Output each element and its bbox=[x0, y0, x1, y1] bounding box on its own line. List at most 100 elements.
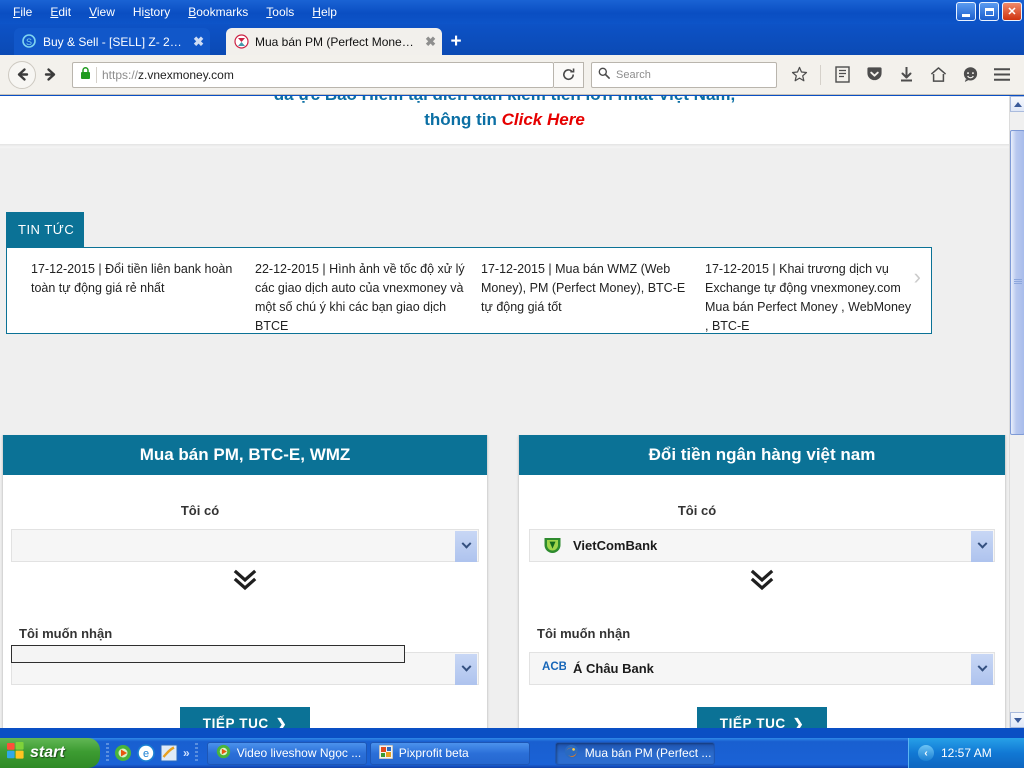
close-icon[interactable]: ✕ bbox=[1002, 2, 1022, 21]
browser-tab-buy-sell[interactable]: S Buy & Sell - [SELL] Z- 22.4,PM... ✖ bbox=[14, 28, 210, 55]
tray-expand-icon[interactable]: ‹ bbox=[918, 745, 934, 761]
window-controls: ✕ bbox=[956, 2, 1022, 21]
vietcombank-logo bbox=[542, 536, 564, 556]
reload-icon[interactable] bbox=[554, 61, 584, 88]
svg-text:e: e bbox=[143, 748, 149, 760]
quicklaunch-grip[interactable] bbox=[106, 743, 109, 763]
want-select-value: Á Châu Bank bbox=[573, 661, 654, 676]
tab-close-icon[interactable]: ✖ bbox=[193, 34, 204, 50]
scrollbar-thumb[interactable] bbox=[1010, 130, 1024, 435]
pixprofit-icon bbox=[378, 744, 394, 762]
scrollbar-grip bbox=[1014, 279, 1022, 285]
downloads-icon[interactable] bbox=[892, 61, 920, 89]
panel-body: Tôi có VietComBank Tôi muốn nhận ACB Á C… bbox=[519, 503, 1005, 728]
have-select[interactable]: VietComBank bbox=[529, 529, 995, 562]
have-label: Tôi có bbox=[677, 503, 717, 518]
promo-banner: đã ực Bảo Hiểm tại diễn đàn kiếm tiền lớ… bbox=[0, 96, 1009, 144]
taskbar-button-label: Mua bán PM (Perfect ... bbox=[584, 746, 712, 760]
tasklist-grip[interactable] bbox=[194, 743, 198, 763]
news-box: 17-12-2015 | Đổi tiền liên bank hoàn toà… bbox=[6, 247, 932, 334]
window-titlebar: FFileile Edit View History Bookmarks Too… bbox=[0, 0, 1024, 24]
taskbar-button-label: Pixprofit beta bbox=[398, 746, 469, 760]
tab-label: Mua bán PM (Perfect Money), ... bbox=[255, 34, 420, 49]
clock[interactable]: 12:57 AM bbox=[941, 746, 992, 760]
have-select-dropdown-list[interactable] bbox=[11, 645, 405, 663]
star-icon[interactable] bbox=[785, 61, 813, 89]
news-item[interactable]: 22-12-2015 | Hình ảnh về tốc độ xử lý cá… bbox=[255, 260, 477, 333]
notepad-icon[interactable] bbox=[160, 744, 178, 762]
sell-site-icon: S bbox=[22, 34, 37, 49]
tab-label: Buy & Sell - [SELL] Z- 22.4,PM... bbox=[43, 34, 188, 49]
pocket-icon[interactable] bbox=[860, 61, 888, 89]
continue-button[interactable]: TIẾP TỤC ❯ bbox=[180, 707, 310, 728]
tab-close-icon[interactable]: ✖ bbox=[425, 34, 436, 50]
start-label: start bbox=[30, 744, 65, 761]
start-button[interactable]: start bbox=[0, 738, 100, 768]
chevron-down-icon[interactable] bbox=[455, 654, 477, 685]
want-label: Tôi muốn nhận bbox=[19, 626, 113, 641]
menu-item-tools[interactable]: Tools bbox=[257, 2, 303, 22]
back-icon[interactable] bbox=[8, 60, 36, 89]
media-icon[interactable] bbox=[114, 744, 132, 762]
menu-icon[interactable] bbox=[988, 61, 1016, 89]
news-item[interactable]: 17-12-2015 | Đổi tiền liên bank hoàn toà… bbox=[31, 260, 249, 333]
continue-label: TIẾP TỤC bbox=[719, 716, 786, 728]
continue-button[interactable]: TIẾP TỤC ❯ bbox=[697, 707, 827, 728]
menu-item-file[interactable]: FFileile bbox=[4, 2, 41, 22]
want-select[interactable]: ACB Á Châu Bank bbox=[529, 652, 995, 685]
menu-item-bookmarks[interactable]: Bookmarks bbox=[179, 2, 257, 22]
navigation-toolbar: https://z.vnexmoney.com Search bbox=[0, 55, 1024, 95]
double-chevron-down-icon bbox=[3, 568, 487, 598]
scroll-down-icon[interactable] bbox=[1010, 712, 1024, 728]
svg-text:S: S bbox=[26, 37, 32, 47]
scroll-up-icon[interactable] bbox=[1010, 96, 1024, 112]
panel-title: Mua bán PM, BTC-E, WMZ bbox=[3, 435, 487, 475]
chevron-down-icon[interactable] bbox=[455, 531, 477, 562]
panel-body: Tôi có Tôi muốn nhận TIẾP TỤC ❯ bbox=[3, 503, 487, 728]
taskbar-button-pixprofit[interactable]: Pixprofit beta bbox=[369, 741, 530, 765]
chevron-down-icon[interactable] bbox=[971, 654, 993, 685]
page-viewport: đã ực Bảo Hiểm tại diễn đàn kiếm tiền lớ… bbox=[0, 96, 1009, 728]
quicklaunch-more-icon[interactable]: » bbox=[183, 746, 190, 760]
acb-logo: ACB bbox=[542, 659, 567, 679]
url-text: https://z.vnexmoney.com bbox=[102, 68, 551, 82]
new-tab-button[interactable]: + bbox=[445, 32, 467, 53]
continue-label: TIẾP TỤC bbox=[202, 716, 269, 728]
maximize-icon[interactable] bbox=[979, 2, 999, 21]
have-select[interactable] bbox=[11, 529, 479, 562]
address-bar[interactable]: https://z.vnexmoney.com bbox=[72, 61, 554, 88]
menu-item-help[interactable]: Help bbox=[303, 2, 346, 22]
forward-icon[interactable] bbox=[36, 61, 64, 89]
news-item[interactable]: 17-12-2015 | Mua bán WMZ (Web Money), PM… bbox=[481, 260, 693, 333]
chat-icon[interactable] bbox=[956, 61, 984, 89]
taskbar-button-video[interactable]: Video liveshow Ngọc ... bbox=[206, 741, 367, 765]
home-icon[interactable] bbox=[924, 61, 952, 89]
minimize-icon[interactable] bbox=[956, 2, 976, 21]
url-separator bbox=[96, 66, 97, 83]
search-input[interactable]: Search bbox=[591, 61, 777, 88]
browser-tab-vnexmoney[interactable]: Mua bán PM (Perfect Money), ... ✖ bbox=[226, 28, 442, 55]
news-next-icon[interactable]: › bbox=[914, 264, 921, 290]
system-tray: ‹ 12:57 AM bbox=[908, 738, 1024, 768]
url-host: z.vnexmoney.com bbox=[138, 67, 234, 82]
toolbar-icons bbox=[785, 61, 1016, 89]
media-icon bbox=[216, 744, 231, 762]
chevron-down-icon[interactable] bbox=[971, 531, 993, 562]
banner-line-1: đã ực Bảo Hiểm tại diễn đàn kiếm tiền lớ… bbox=[0, 96, 1009, 105]
exchange-panel-crypto: Mua bán PM, BTC-E, WMZ Tôi có Tôi muốn n… bbox=[2, 435, 488, 728]
vertical-scrollbar[interactable] bbox=[1009, 96, 1024, 728]
news-item[interactable]: 17-12-2015 | Khai trương dịch vụ Exchang… bbox=[705, 260, 917, 333]
click-here-link[interactable]: Click Here bbox=[502, 110, 585, 129]
menu-item-history[interactable]: History bbox=[124, 2, 179, 22]
quick-launch-bar: e » bbox=[100, 738, 204, 768]
menu-item-view[interactable]: View bbox=[80, 2, 124, 22]
taskbar-button-firefox[interactable]: Mua bán PM (Perfect ... bbox=[554, 741, 715, 765]
taskbar: start e » Video liveshow Ngọc ... Pixpro… bbox=[0, 738, 1024, 768]
news-section: TIN TỨC 17-12-2015 | Đổi tiền liên bank … bbox=[6, 212, 932, 334]
exchange-panel-bank: Đổi tiền ngân hàng việt nam Tôi có VietC… bbox=[518, 435, 1006, 728]
compass-icon[interactable]: e bbox=[137, 744, 155, 762]
menu-item-edit[interactable]: Edit bbox=[41, 2, 80, 22]
news-tab-label: TIN TỨC bbox=[6, 212, 84, 247]
banner-shadow bbox=[0, 144, 1009, 149]
library-icon[interactable] bbox=[828, 61, 856, 89]
